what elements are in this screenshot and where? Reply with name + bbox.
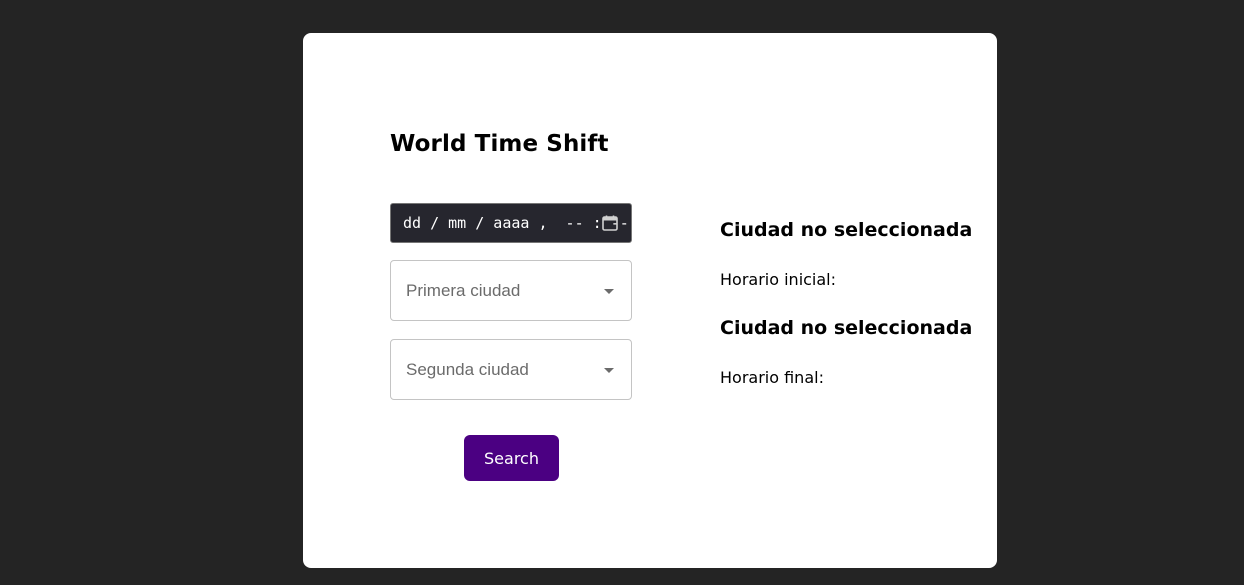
initial-time-label: Horario inicial: bbox=[720, 270, 837, 289]
page-title: World Time Shift bbox=[390, 131, 609, 157]
second-city-select[interactable]: Segunda ciudad bbox=[390, 339, 632, 400]
first-city-heading: Ciudad no seleccionada bbox=[720, 219, 973, 241]
first-city-placeholder: Primera ciudad bbox=[406, 281, 521, 300]
calendar-icon[interactable] bbox=[601, 214, 619, 232]
final-time-label: Horario final: bbox=[720, 368, 824, 387]
first-city-select[interactable]: Primera ciudad bbox=[390, 260, 632, 321]
search-button[interactable]: Search bbox=[464, 435, 559, 481]
chevron-down-icon bbox=[604, 368, 614, 373]
datetime-placeholder: dd / mm / aaaa , -- : -- bbox=[403, 214, 629, 232]
second-city-placeholder: Segunda ciudad bbox=[406, 360, 529, 379]
chevron-down-icon bbox=[604, 289, 614, 294]
second-city-heading: Ciudad no seleccionada bbox=[720, 317, 973, 339]
datetime-input[interactable]: dd / mm / aaaa , -- : -- bbox=[390, 203, 632, 243]
main-card: World Time Shift dd / mm / aaaa , -- : -… bbox=[303, 33, 997, 568]
